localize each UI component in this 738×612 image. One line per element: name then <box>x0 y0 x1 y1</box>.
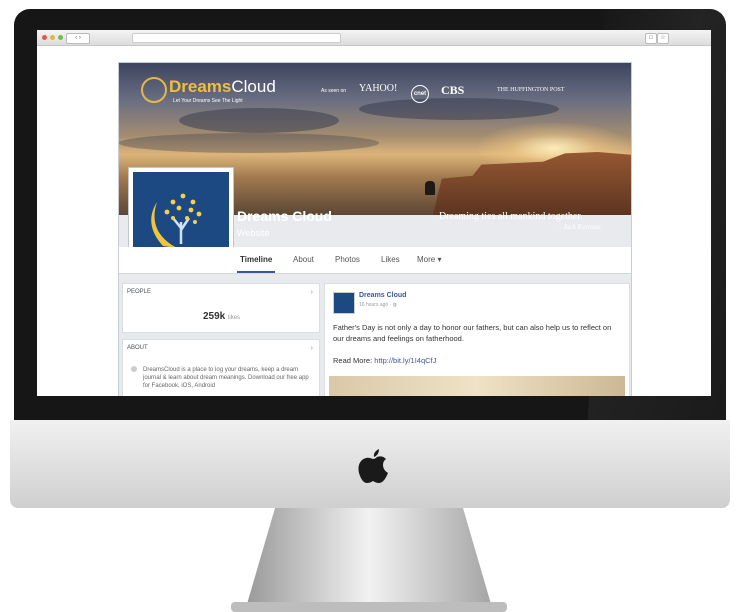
page-title: Dreams Cloud <box>237 208 332 224</box>
people-heading: PEOPLE <box>127 289 152 295</box>
press-logo-cbs: CBS <box>441 83 465 97</box>
cover-quote-author: - Jack Kerouac <box>559 223 602 231</box>
sitting-person-silhouette <box>425 181 435 195</box>
timeline-post: Dreams Cloud 16 hours ago · ◍ Father's D… <box>324 283 630 396</box>
share-icon[interactable]: □ <box>645 33 657 44</box>
dreamscloud-logo-icon <box>141 77 167 103</box>
brand-tagline: Let Your Dreams See The Light <box>173 98 243 104</box>
back-forward-buttons[interactable]: ‹ › <box>66 33 90 44</box>
minimize-window-icon[interactable] <box>50 35 55 40</box>
apple-logo-icon <box>358 449 388 483</box>
brand-wordmark: DreamsCloud <box>169 77 276 96</box>
tab-photos[interactable]: Photos <box>335 255 360 264</box>
post-read-more: Read More: http://bit.ly/1I4qCfJ <box>333 356 437 365</box>
post-timestamp[interactable]: 16 hours ago · ◍ <box>359 302 397 308</box>
likes-count: 259k likes <box>203 311 241 322</box>
tab-likes[interactable]: Likes <box>381 255 400 264</box>
press-logo-yahoo: YAHOO! <box>359 83 398 94</box>
cloud-shape <box>119 133 379 153</box>
post-image[interactable] <box>329 376 625 396</box>
chevron-right-icon[interactable]: › <box>310 287 313 296</box>
post-author-name[interactable]: Dreams Cloud <box>359 292 406 299</box>
chevron-right-icon[interactable]: › <box>310 343 313 352</box>
tab-timeline[interactable]: Timeline <box>240 255 272 264</box>
about-heading: ABOUT <box>127 345 148 351</box>
close-window-icon[interactable] <box>42 35 47 40</box>
tab-about[interactable]: About <box>293 255 314 264</box>
about-description: DreamsCloud is a place to log your dream… <box>143 367 309 389</box>
browser-toolbar: ‹ › □ ☆ <box>37 30 711 46</box>
people-box: PEOPLE › 259k likes <box>122 283 320 333</box>
info-icon <box>131 366 137 372</box>
tab-more[interactable]: More ▾ <box>417 255 441 264</box>
address-bar[interactable] <box>132 33 341 43</box>
monitor-stand <box>231 508 507 612</box>
as-seen-on-label: As seen on <box>321 88 347 94</box>
post-body: Father's Day is not only a day to honor … <box>333 323 612 343</box>
press-logo-huffington-post: THE HUFFINGTON POST <box>497 87 565 93</box>
post-link-url[interactable]: http://bit.ly/1I4qCfJ <box>374 356 436 365</box>
zoom-window-icon[interactable] <box>58 35 63 40</box>
active-tab-indicator <box>237 271 275 273</box>
monitor-screen: ‹ › □ ☆ DreamsCloud Let Your Dreams See … <box>37 30 711 396</box>
cover-quote: Dreaming ties all mankind together. <box>439 211 583 222</box>
globe-icon: ◍ <box>392 302 398 308</box>
page-category: Website <box>237 228 270 238</box>
about-box: ABOUT › DreamsCloud is a place to log yo… <box>122 339 320 396</box>
press-logo-cnet: cnet <box>411 85 429 103</box>
bookmark-icon[interactable]: ☆ <box>657 33 669 44</box>
page-tab-bar: Timeline About Photos Likes More ▾ <box>119 247 631 274</box>
facebook-page: DreamsCloud Let Your Dreams See The Ligh… <box>118 62 632 396</box>
cloud-shape <box>359 98 559 120</box>
post-author-avatar[interactable] <box>333 292 355 314</box>
cloud-shape <box>179 108 339 133</box>
